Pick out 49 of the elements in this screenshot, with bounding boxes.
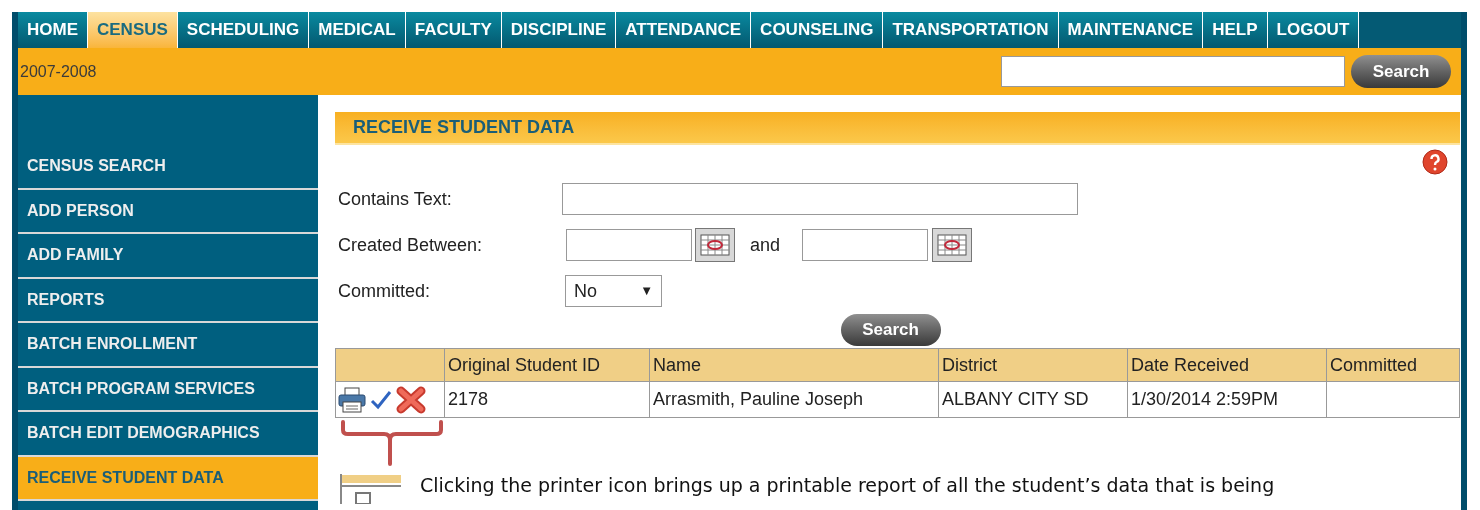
school-year: 2007-2008 — [20, 61, 97, 82]
nav-tab[interactable]: FACULTY — [405, 12, 502, 48]
table-cell: 1/30/2014 2:59PM — [1128, 382, 1327, 417]
nav-tab[interactable]: TRANSPORTATION — [883, 12, 1059, 48]
thumbnail-icon — [340, 474, 402, 504]
search-field[interactable] — [1001, 56, 1345, 87]
column-header: Name — [650, 349, 939, 381]
calendar-icon[interactable] — [932, 228, 972, 262]
sidebar-item[interactable]: REPORTS — [18, 278, 318, 323]
nav-tab[interactable]: MAINTENANCE — [1058, 12, 1204, 48]
field-label: Committed: — [337, 279, 432, 303]
nav-tab[interactable]: ATTENDANCE — [616, 12, 752, 48]
contains-text-field[interactable] — [562, 183, 1078, 215]
table-cell: ALBANY CITY SD — [939, 382, 1128, 417]
column-header: Date Received — [1128, 349, 1327, 381]
field-label: Created Between: — [337, 233, 484, 257]
nav-tab[interactable]: DISCIPLINE — [501, 12, 617, 48]
nav-tab[interactable]: HELP — [1203, 12, 1268, 48]
sidebar-item[interactable]: BATCH ENROLLMENT — [18, 323, 318, 368]
column-header: Original Student ID — [445, 349, 650, 381]
sidebar-item[interactable]: ADD PERSON — [18, 189, 318, 234]
column-header: District — [939, 349, 1128, 381]
page-title: RECEIVE STUDENT DATA — [335, 112, 1460, 145]
table-cell: 2178 — [445, 382, 650, 417]
sidebar-item[interactable]: RECEIVE STUDENT DATA — [18, 456, 318, 501]
committed-select[interactable]: No ▼ — [565, 275, 662, 307]
sidebar-item[interactable]: ADD FAMILY — [18, 234, 318, 279]
date-field[interactable] — [802, 229, 928, 261]
and-label: and — [750, 233, 782, 257]
nav-tab[interactable]: MEDICAL — [309, 12, 406, 48]
printer-icon[interactable] — [338, 386, 366, 413]
nav-tab[interactable]: LOGOUT — [1267, 12, 1360, 48]
search-button[interactable]: Search — [840, 314, 941, 346]
calendar-icon[interactable] — [695, 228, 735, 262]
caption-text: Clicking the printer icon brings up a printable report of all the student’s data that is being — [420, 474, 1275, 496]
sidebar-item[interactable]: CENSUS SEARCH — [18, 145, 318, 190]
help-icon[interactable] — [1422, 149, 1448, 175]
sidebar-item[interactable]: BATCH PROGRAM SERVICES — [18, 367, 318, 412]
nav-tab[interactable]: SCHEDULING — [177, 12, 310, 48]
delete-icon[interactable] — [396, 385, 426, 414]
field-label: Contains Text: — [337, 187, 453, 211]
search-button[interactable]: Search — [1351, 55, 1451, 88]
date-field[interactable] — [566, 229, 692, 261]
nav-tab[interactable]: HOME — [18, 12, 88, 48]
nav-tab[interactable]: CENSUS — [88, 12, 178, 48]
nav-tab[interactable]: COUNSELING — [751, 12, 884, 48]
checkmark-icon[interactable] — [370, 389, 392, 410]
column-header: Committed — [1329, 353, 1419, 377]
table-cell: Arrasmith, Pauline Joseph — [650, 382, 939, 417]
